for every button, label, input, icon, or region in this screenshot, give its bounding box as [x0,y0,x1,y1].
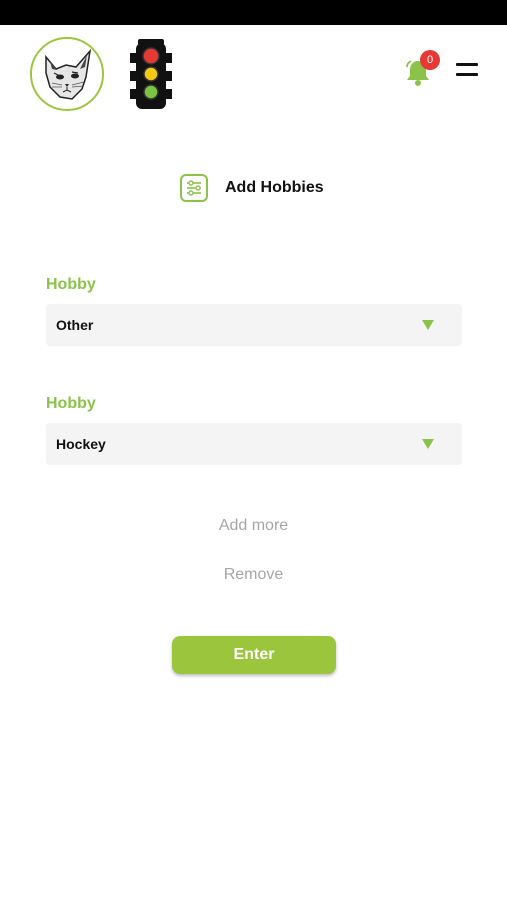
enter-button[interactable]: Enter [172,636,336,674]
page-heading: Add Hobbies [179,172,324,204]
notification-badge: 0 [420,50,440,70]
sliders-icon [180,174,208,202]
status-bar [0,0,507,25]
menu-icon[interactable] [456,63,480,79]
add-more-link[interactable]: Add more [0,517,507,535]
hobby-select-value: Other [56,317,94,333]
hobby-label-1: Hobby [46,276,96,293]
hobby-select-value: Hockey [56,436,106,452]
avatar[interactable] [30,37,104,111]
hobby-label-2: Hobby [46,395,96,412]
hobby-select-2[interactable]: Hockey [46,423,462,465]
page-title: Add Hobbies [225,179,324,196]
hobby-select-1[interactable]: Other [46,304,462,346]
cat-avatar-icon [32,39,102,109]
remove-link[interactable]: Remove [0,566,507,584]
caret-down-icon [422,439,434,449]
traffic-light-icon [130,39,172,109]
caret-down-icon [422,320,434,330]
